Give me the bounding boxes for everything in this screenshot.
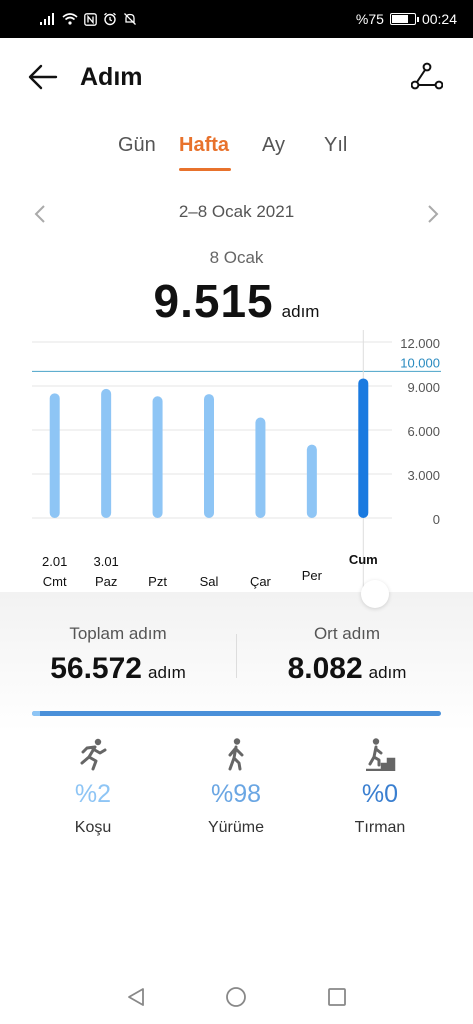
battery-percent: %75 (355, 11, 384, 27)
running-label: Koşu (74, 819, 112, 836)
total-steps-unit: adım (147, 663, 186, 682)
app-header: Adım (0, 38, 473, 116)
mute-bell-icon (124, 13, 136, 25)
activity-progress-bar (32, 711, 441, 716)
next-week-button[interactable] (421, 200, 445, 228)
steps-bar-chart[interactable]: 12.000 9.000 6.000 3.000 0 10.000 2.01 Cmt 3.01 P… (0, 330, 473, 600)
average-steps: Ort adım 8.082 adım (229, 624, 465, 686)
x-day-label: Pzt (148, 574, 167, 589)
share-icon (411, 62, 443, 90)
nav-recents-button[interactable] (324, 984, 350, 1010)
running-segment (32, 711, 41, 716)
running-icon (73, 736, 113, 772)
status-right: %75 00:24 (356, 11, 457, 27)
x-day-label: Paz (95, 574, 117, 589)
climbing-label: Tırman (354, 819, 406, 836)
walking-label: Yürüme (207, 819, 265, 836)
chart-bar (49, 393, 60, 518)
activity-walking: %98 Yürüme (176, 736, 296, 837)
square-recents-icon (328, 988, 346, 1006)
tab-year[interactable]: Yıl (324, 134, 347, 157)
page-title: Adım (80, 62, 143, 91)
tab-month[interactable]: Ay (262, 134, 285, 157)
wifi-icon (62, 13, 78, 25)
y-tick-label: 3.000 (407, 468, 440, 483)
x-date-label: 3.01 (93, 554, 118, 569)
x-day-label: Sal (200, 574, 219, 589)
activity-running: %2 Koşu (33, 736, 153, 837)
total-steps: Toplam adım 56.572 adım (0, 624, 236, 686)
selected-steps-value: 9.515 (153, 275, 274, 327)
total-steps-value-row: 56.572 adım (0, 652, 236, 686)
total-steps-label: Toplam adım (69, 624, 167, 643)
date-range: 2–8 Ocak 2021 (178, 202, 295, 221)
average-steps-value-row: 8.082 adım (229, 652, 465, 686)
tab-active-indicator (179, 168, 231, 171)
x-day-label: Cmt (43, 574, 67, 589)
climbing-percent: %0 (361, 780, 399, 808)
activity-climbing: %0 Tırman (320, 736, 440, 837)
nfc-icon (84, 12, 97, 26)
walking-icon (216, 736, 256, 772)
clock: 00:24 (421, 11, 457, 27)
tab-day[interactable]: Gün (118, 134, 156, 157)
y-tick-label: 12.000 (400, 336, 440, 351)
signal-icon (40, 13, 54, 25)
climbing-icon (360, 736, 400, 772)
selected-day: 8 Ocak (209, 248, 264, 267)
share-button[interactable] (407, 56, 447, 96)
average-steps-label: Ort adım (313, 624, 381, 643)
x-day-label: Per (302, 568, 323, 583)
back-button[interactable] (28, 57, 68, 97)
system-nav-bar (0, 964, 473, 1024)
nav-back-button[interactable] (123, 984, 149, 1010)
walking-percent: %98 (210, 780, 262, 808)
average-steps-unit: adım (368, 663, 407, 682)
y-tick-label: 6.000 (407, 424, 440, 439)
status-bar: %75 00:24 (0, 0, 473, 38)
chart-scrubber-handle[interactable] (361, 580, 389, 608)
chart-bar (358, 378, 369, 518)
battery-icon (389, 13, 419, 25)
chart-bar (152, 396, 163, 518)
tab-week[interactable]: Hafta (179, 134, 229, 157)
triangle-back-icon (128, 988, 144, 1006)
status-icons (40, 12, 137, 26)
circle-home-icon (226, 987, 246, 1007)
x-date-label: 2.01 (42, 554, 67, 569)
summary: Toplam adım 56.572 adım Ort adım 8.082 a… (0, 624, 473, 694)
x-day-label: Çar (250, 574, 272, 589)
back-arrow-icon (28, 64, 58, 90)
chart-bar (101, 388, 112, 518)
period-tabs: Gün Hafta Ay Yıl (0, 134, 473, 174)
total-steps-value: 56.572 (50, 652, 142, 685)
alarm-icon (104, 12, 116, 26)
running-percent: %2 (74, 780, 112, 808)
selected-value-row: 9.515 adım (0, 274, 473, 328)
battery-fill (391, 15, 408, 23)
chart-bar (255, 417, 266, 518)
y-tick-label: 0 (433, 512, 440, 527)
chart-bar (204, 394, 214, 518)
y-tick-label: 9.000 (407, 380, 440, 395)
nav-home-button[interactable] (223, 984, 249, 1010)
goal-label: 10.000 (400, 355, 440, 370)
chevron-right-icon (428, 205, 439, 223)
steps-chart[interactable]: 12.000 9.000 6.000 3.000 0 10.000 2.01 Cmt 3.01 P… (0, 330, 473, 600)
average-steps-value: 8.082 (287, 652, 363, 685)
x-day-label: Cum (349, 552, 378, 567)
chart-bar (306, 444, 317, 518)
date-navigator: 2–8 Ocak 2021 (0, 196, 473, 232)
selected-steps-unit: adım (281, 302, 320, 321)
